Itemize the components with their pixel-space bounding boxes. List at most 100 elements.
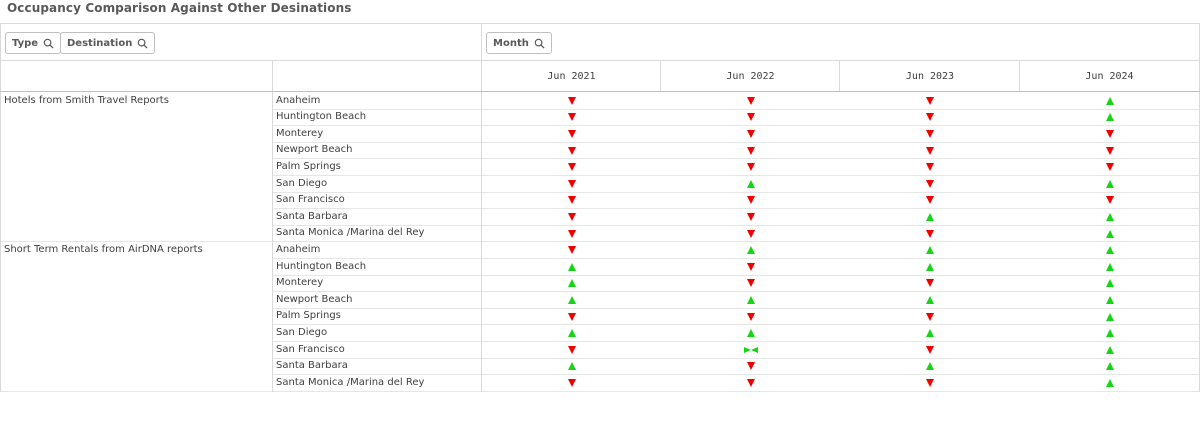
trend-cell — [1020, 176, 1199, 193]
triangle-down-icon — [746, 113, 755, 122]
triangle-up-icon — [567, 362, 576, 371]
grid-line — [1019, 60, 1020, 92]
triangle-up-icon — [746, 246, 755, 255]
trend-cell — [482, 325, 661, 342]
triangle-down-icon — [746, 262, 755, 271]
triangle-down-icon — [746, 378, 755, 387]
destination-label[interactable]: Huntington Beach — [276, 259, 366, 276]
destination-label[interactable]: Huntington Beach — [276, 109, 366, 126]
triangle-up-icon — [1105, 246, 1114, 255]
triangle-up-icon — [1105, 345, 1114, 354]
destination-label[interactable]: Newport Beach — [276, 142, 352, 159]
trend-cell — [1020, 308, 1199, 325]
destination-filter-button[interactable]: Destination — [60, 32, 156, 54]
column-header-month[interactable]: Jun 2022 — [661, 61, 840, 91]
triangle-up-icon — [1105, 262, 1114, 271]
triangle-down-icon — [567, 113, 576, 122]
triangle-down-icon — [746, 196, 755, 205]
column-header-month[interactable]: Jun 2021 — [482, 61, 661, 91]
trend-cell — [482, 126, 661, 143]
grid-line — [481, 24, 482, 392]
trend-cell — [840, 358, 1020, 375]
trend-cell — [1020, 325, 1199, 342]
triangle-down-icon — [926, 279, 934, 288]
trend-cell — [1020, 375, 1199, 392]
type-filter-label: Type — [12, 37, 39, 49]
destination-label[interactable]: Santa Barbara — [276, 209, 348, 226]
trend-cell — [1020, 259, 1199, 276]
triangle-down-icon — [926, 179, 934, 188]
destination-label[interactable]: San Francisco — [276, 192, 345, 209]
destination-label[interactable]: Santa Monica /Marina del Rey — [276, 225, 424, 242]
triangle-down-icon — [746, 146, 755, 155]
trend-cell — [661, 93, 840, 110]
triangle-down-icon — [746, 229, 755, 238]
trend-cell — [482, 375, 661, 392]
triangle-down-icon — [1105, 129, 1114, 138]
grid-line — [660, 60, 661, 92]
destination-label[interactable]: San Diego — [276, 325, 327, 342]
trend-cell — [482, 342, 661, 359]
trend-cell — [482, 192, 661, 209]
column-header-month[interactable]: Jun 2024 — [1020, 61, 1199, 91]
destination-label[interactable]: San Francisco — [276, 342, 345, 359]
trend-cell — [1020, 358, 1199, 375]
month-filter-button[interactable]: Month — [486, 32, 552, 54]
triangle-up-icon — [926, 329, 934, 338]
trend-cell — [840, 159, 1020, 176]
trend-cell — [482, 292, 661, 309]
triangle-down-icon — [567, 378, 576, 387]
pivot-table: Type Destination Month Jun 2021 Jun 2022… — [0, 23, 1200, 392]
type-filter-button[interactable]: Type — [5, 32, 62, 54]
trend-cell — [661, 259, 840, 276]
destination-label[interactable]: Anaheim — [276, 242, 320, 259]
trend-cell — [661, 142, 840, 159]
destination-label[interactable]: San Diego — [276, 176, 327, 193]
trend-cell — [661, 325, 840, 342]
grid-line — [839, 60, 840, 92]
triangle-down-icon — [567, 246, 576, 255]
trend-cell — [661, 176, 840, 193]
triangle-up-icon — [1105, 378, 1114, 387]
trend-cell — [840, 176, 1020, 193]
triangle-right-icon — [743, 346, 751, 353]
destination-label[interactable]: Anaheim — [276, 93, 320, 110]
trend-cell — [840, 126, 1020, 143]
trend-cell — [482, 242, 661, 259]
triangle-down-icon — [746, 312, 755, 321]
destination-label[interactable]: Santa Barbara — [276, 358, 348, 375]
triangle-up-icon — [746, 179, 755, 188]
destination-label[interactable]: Monterey — [276, 126, 323, 143]
destination-label[interactable]: Newport Beach — [276, 292, 352, 309]
trend-cell — [840, 259, 1020, 276]
triangle-up-icon — [1105, 212, 1114, 221]
triangle-up-icon — [567, 262, 576, 271]
trend-cell — [661, 242, 840, 259]
destination-label[interactable]: Santa Monica /Marina del Rey — [276, 375, 424, 392]
triangle-down-icon — [567, 212, 576, 221]
triangle-down-icon — [1105, 163, 1114, 172]
triangle-up-icon — [926, 295, 934, 304]
triangle-down-icon — [567, 179, 576, 188]
trend-cell — [661, 109, 840, 126]
triangle-down-icon — [926, 378, 934, 387]
triangle-down-icon — [926, 163, 934, 172]
destination-label[interactable]: Palm Springs — [276, 308, 341, 325]
trend-cell — [482, 142, 661, 159]
trend-cell — [1020, 159, 1199, 176]
trend-cell — [1020, 126, 1199, 143]
search-icon — [534, 38, 545, 49]
trend-cell — [1020, 292, 1199, 309]
triangle-up-icon — [926, 262, 934, 271]
destination-label[interactable]: Palm Springs — [276, 159, 341, 176]
trend-cell — [840, 109, 1020, 126]
triangle-down-icon — [567, 229, 576, 238]
column-header-month[interactable]: Jun 2023 — [840, 61, 1020, 91]
trend-cell — [840, 142, 1020, 159]
trend-cell — [1020, 225, 1199, 242]
destination-label[interactable]: Monterey — [276, 275, 323, 292]
trend-cell — [840, 275, 1020, 292]
trend-cell — [661, 308, 840, 325]
triangle-down-icon — [926, 345, 934, 354]
trend-cell — [482, 225, 661, 242]
